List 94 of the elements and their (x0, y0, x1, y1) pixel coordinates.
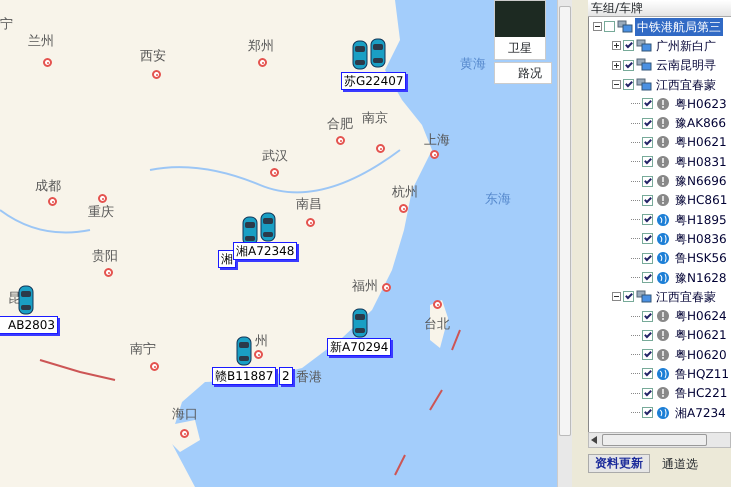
vehicle-label[interactable]: 粤H0624 (673, 307, 729, 326)
sea-label: 东海 (485, 193, 511, 206)
group-label[interactable]: 江西宜春蒙 (654, 76, 718, 94)
car-icon[interactable] (352, 40, 368, 70)
channel-label: 通道选 (662, 456, 698, 472)
checkbox[interactable] (604, 21, 616, 32)
horizontal-scrollbar[interactable] (588, 432, 731, 448)
checkbox[interactable] (642, 349, 654, 360)
checkbox[interactable] (642, 310, 654, 322)
vehicle-label[interactable]: 粤H0623 (673, 94, 729, 113)
city-label: 成都 (35, 180, 61, 193)
sea-label: 黄海 (460, 58, 486, 71)
car-icon[interactable] (370, 38, 386, 68)
checkbox[interactable] (642, 388, 654, 399)
collapse-icon[interactable] (593, 22, 602, 32)
city-label: 南昌 (296, 198, 322, 211)
vehicle-plate-label: 湘A72348 (233, 242, 298, 260)
vehicle-label[interactable]: 粤H0621 (673, 133, 729, 152)
vehicle-label[interactable]: 湘A7234 (673, 404, 728, 422)
checkbox[interactable] (623, 79, 634, 90)
city-label: 福州 (352, 280, 378, 293)
city-label: 上海 (424, 134, 450, 147)
vehicle-label[interactable]: 粤H0831 (673, 152, 729, 171)
vehicle-label[interactable]: 豫N6696 (673, 172, 729, 190)
vehicle-label[interactable]: 豫HC861 (673, 191, 730, 210)
city-label: 贵阳 (92, 250, 118, 263)
collapse-icon[interactable] (612, 292, 622, 302)
vehicle-label[interactable]: 鲁HC221 (673, 384, 730, 402)
checkbox[interactable] (623, 40, 634, 52)
vehicle-label[interactable]: 鲁HQZ11 (673, 364, 731, 383)
map-layer-button[interactable]: 路况 (495, 63, 551, 83)
column-header: 车组/车牌 (588, 0, 731, 17)
checkbox[interactable] (642, 330, 654, 341)
computers-icon (636, 38, 652, 53)
car-icon[interactable] (260, 212, 276, 242)
vehicle-label[interactable]: 粤H1895 (673, 210, 729, 229)
city-label: 南京 (362, 112, 388, 125)
group-label[interactable]: 云南昆明寻 (654, 56, 718, 74)
vehicle-plate-label: 新A70294 (327, 338, 392, 356)
city-label: 合肥 (327, 118, 353, 131)
vehicle-label[interactable]: 粤H0836 (673, 230, 729, 248)
vehicle-label[interactable]: 鲁HSK56 (673, 249, 729, 268)
checkbox[interactable] (642, 368, 654, 380)
vehicle-label[interactable]: 粤H0621 (673, 326, 729, 344)
group-label[interactable]: 广州新白广 (654, 36, 718, 55)
collapse-icon[interactable] (612, 80, 622, 90)
car-icon[interactable] (18, 285, 34, 315)
computers-icon (636, 290, 652, 304)
scroll-left-icon[interactable] (591, 436, 598, 444)
city-label: 杭州 (392, 186, 418, 199)
city-label: 武汉 (262, 150, 288, 163)
checkbox[interactable] (642, 176, 654, 187)
checkbox[interactable] (623, 291, 634, 302)
computers-icon (617, 20, 634, 34)
city-label: 郑州 (248, 40, 274, 53)
city-label: 西安 (140, 50, 166, 63)
car-icon[interactable] (352, 308, 368, 338)
expand-icon[interactable] (612, 41, 622, 50)
refresh-button[interactable]: 资料更新 (588, 454, 650, 473)
city-label: 香港 (296, 371, 322, 384)
city-label: 南宁 (130, 343, 156, 356)
checkbox[interactable] (642, 136, 654, 148)
checkbox[interactable] (642, 156, 654, 168)
island (168, 420, 200, 452)
computers-icon (636, 78, 652, 92)
city-label: 台北 (424, 318, 450, 331)
vehicle-plate-label: AB2803 (0, 316, 58, 334)
city-label: 州 (255, 335, 268, 348)
computers-icon (636, 58, 652, 72)
expand-icon[interactable] (612, 60, 622, 70)
checkbox[interactable] (642, 98, 654, 110)
checkbox[interactable] (642, 194, 654, 206)
city-label: 重庆 (88, 206, 114, 219)
group-label[interactable]: 中铁港航局第三 (635, 18, 724, 36)
vehicle-label[interactable]: 豫N1628 (673, 268, 729, 286)
vehicle-plate-label: 赣B11887 (212, 367, 276, 385)
vertical-scrollbar[interactable] (557, 0, 572, 487)
city-label: 兰州 (28, 35, 54, 48)
car-icon[interactable] (236, 336, 252, 366)
vehicle-label[interactable]: 粤H0620 (673, 346, 729, 364)
checkbox[interactable] (642, 233, 654, 244)
vehicle-plate-label: 2 (279, 367, 293, 385)
vehicle-label[interactable]: 豫AK866 (673, 114, 728, 132)
checkbox[interactable] (642, 118, 654, 129)
checkbox[interactable] (623, 60, 634, 71)
checkbox[interactable] (642, 272, 654, 283)
group-label[interactable]: 江西宜春蒙 (654, 288, 718, 306)
checkbox[interactable] (642, 214, 654, 226)
city-label: 海口 (172, 408, 198, 421)
city-label: 宁 (0, 18, 13, 31)
vehicle-plate-label: 苏G22407 (341, 72, 406, 90)
checkbox[interactable] (642, 407, 654, 418)
vehicle-plate-label: 湘 (218, 250, 236, 268)
checkbox[interactable] (642, 252, 654, 264)
